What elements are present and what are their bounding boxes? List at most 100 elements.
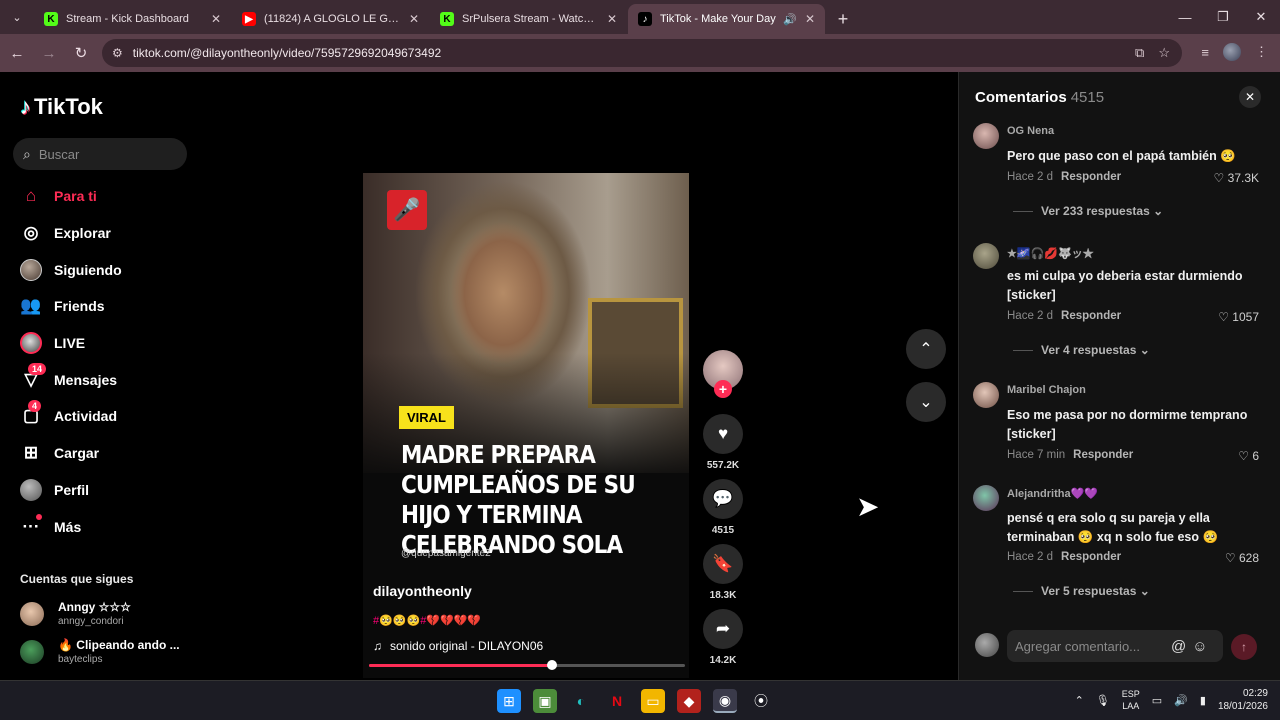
close-comments-button[interactable]: ✕ [1239,86,1261,108]
network-icon[interactable]: ▭ [1152,694,1162,707]
obs-icon[interactable]: ⦿ [749,689,773,713]
reload-icon[interactable]: ↻ [66,38,96,68]
sidebar-item-cargar[interactable]: ⊞ Cargar [20,435,122,472]
send-comment-button[interactable]: ↑ [1231,634,1257,660]
new-tab-button[interactable]: + [826,4,860,34]
tab-srpulsera[interactable]: K SrPulsera Stream - Watch Live o... ✕ [430,4,627,34]
sidebar-item-perfil[interactable]: Perfil [20,472,122,509]
url-field[interactable]: ⚙ tiktok.com/@dilayontheonly/video/75957… [102,39,1182,67]
video-player[interactable]: 🎤 VIRAL MADRE PREPARA CUMPLEAÑOS DE SU H… [363,173,689,678]
media-control-icon[interactable]: ≡ [1201,45,1209,60]
tab-tiktok[interactable]: ♪ TikTok - Make Your Day 🔊 ✕ [628,4,825,34]
follow-plus-icon[interactable]: + [714,380,732,398]
sidebar-item-live[interactable]: LIVE [20,325,122,362]
search-box[interactable]: ⌕ [13,138,187,170]
creator-avatar[interactable]: + [703,350,743,398]
volume-icon[interactable]: 🔊 [1174,694,1188,707]
comment-like[interactable]: ♡ 628 [1225,551,1259,565]
mention-icon[interactable]: @ [1171,638,1186,655]
progress-knob[interactable] [547,660,558,670]
minimize-icon[interactable]: — [1166,0,1204,34]
comments-panel: Comentarios 4515 ✕ OG Nena Pero que paso … [958,72,1280,680]
comment-username[interactable]: Maribel Chajon [1007,384,1086,396]
comment-action[interactable]: 💬 4515 [703,479,743,536]
minecraft-icon[interactable]: ▣ [533,689,557,713]
save-action[interactable]: 🔖 18.3K [703,544,743,601]
view-replies-button[interactable]: Ver 5 respuestas ⌄ [1013,584,1150,598]
comment-like-count: 37.3K [1227,171,1259,185]
comment-count: 4515 [711,525,735,536]
bookmark-icon[interactable]: 🔖 [703,544,743,584]
site-settings-icon[interactable]: ⚙ [112,46,123,60]
language-indicator[interactable]: ESP LAA [1122,688,1140,712]
windows-start-icon[interactable]: ⊞ [497,689,521,713]
edge-icon[interactable]: ◐ [569,689,593,713]
speaker-icon[interactable]: 🔊 [783,13,797,26]
heart-icon[interactable]: ♥ [703,414,743,454]
reply-button[interactable]: Responder [1061,551,1121,563]
tab-youtube[interactable]: ▶ (11824) A GLOGLO LE GUSTA P... ✕ [232,4,429,34]
sidebar-item-mas[interactable]: ··· Más [20,508,122,545]
tab-kick-dashboard[interactable]: K Stream - Kick Dashboard ✕ [34,4,231,34]
view-replies-button[interactable]: Ver 4 respuestas ⌄ [1013,343,1150,357]
emoji-icon[interactable]: ☺ [1192,638,1207,655]
reply-button[interactable]: Responder [1073,449,1133,461]
tray-overflow-icon[interactable]: ⌃ [1075,694,1084,707]
sidebar-item-friends[interactable]: 👥 Friends [20,288,122,325]
video-author[interactable]: dilayontheonly [373,583,472,599]
battery-icon[interactable]: ▮ [1200,694,1206,707]
share-icon[interactable]: ➦ [703,609,743,649]
dota-icon[interactable]: ◆ [677,689,701,713]
comment-input[interactable] [1015,638,1165,654]
sidebar-item-siguiendo[interactable]: Siguiendo [20,251,122,288]
comment-like[interactable]: ♡ 1057 [1218,310,1259,324]
like-action[interactable]: ♥ 557.2K [703,414,743,471]
sidebar-item-mensajes[interactable]: ▽ 14 Mensajes [20,361,122,398]
view-replies-button[interactable]: Ver 233 respuestas ⌄ [1013,204,1163,218]
chrome-icon[interactable]: ◉ [713,689,737,713]
next-video-button[interactable]: ⌄ [906,382,946,422]
avatar[interactable] [973,123,999,149]
comment-username[interactable]: Alejandritha💜💜 [1007,487,1098,500]
file-explorer-icon[interactable]: ▭ [641,689,665,713]
avatar[interactable] [973,485,999,511]
sidebar-item-para-ti[interactable]: ⌂ Para ti [20,178,122,215]
sidebar-item-actividad[interactable]: ▢ 4 Actividad [20,398,122,435]
profile-avatar[interactable] [1223,43,1241,61]
video-progress-bar[interactable] [369,660,685,670]
reply-button[interactable]: Responder [1061,171,1121,183]
video-sound[interactable]: ♫ sonido original - DILAYON06 [373,639,543,653]
microphone-icon[interactable]: 🎙 [1096,694,1110,707]
close-icon[interactable]: ✕ [211,12,221,26]
maximize-icon[interactable]: ❐ [1204,0,1242,34]
forward-icon[interactable]: → [34,38,64,68]
comment-like[interactable]: ♡ 6 [1238,449,1259,463]
back-icon[interactable]: ← [2,38,32,68]
comment-like[interactable]: ♡ 37.3K [1214,171,1259,185]
previous-video-button[interactable]: ⌃ [906,329,946,369]
share-action[interactable]: ➦ 14.2K [703,609,743,666]
comment-username[interactable]: ★🌌🎧💋🐺ッ★ [1007,245,1094,261]
video-hashtags[interactable]: #🥺🥺🥺#💔💔💔💔 [373,614,481,627]
tab-search-button[interactable]: ⌄ [0,0,34,34]
comment-icon[interactable]: 💬 [703,479,743,519]
close-window-icon[interactable]: ✕ [1242,0,1280,34]
reply-button[interactable]: Responder [1061,310,1121,322]
netflix-icon[interactable]: N [605,689,629,713]
search-input[interactable] [38,146,159,162]
menu-kebab-icon[interactable]: ⋮ [1255,44,1268,60]
close-icon[interactable]: ✕ [805,12,815,26]
comment-box[interactable]: @ ☺ [1007,630,1223,662]
bookmark-star-icon[interactable]: ☆ [1158,45,1170,61]
following-account[interactable]: 🔥 Clipeando ando ... bayteclips [20,638,180,665]
close-icon[interactable]: ✕ [409,12,419,26]
avatar[interactable] [973,243,999,269]
install-app-icon[interactable]: ⧉ [1135,45,1144,61]
avatar[interactable] [973,382,999,408]
comment-username[interactable]: OG Nena [1007,125,1054,137]
close-icon[interactable]: ✕ [607,12,617,26]
clock[interactable]: 02:29 18/01/2026 [1218,687,1268,713]
tiktok-logo[interactable]: ♪ TikTok [20,94,103,120]
sidebar-item-explorar[interactable]: ◎ Explorar [20,215,122,252]
following-account[interactable]: Anngy ☆☆☆ anngy_condori [20,600,131,627]
